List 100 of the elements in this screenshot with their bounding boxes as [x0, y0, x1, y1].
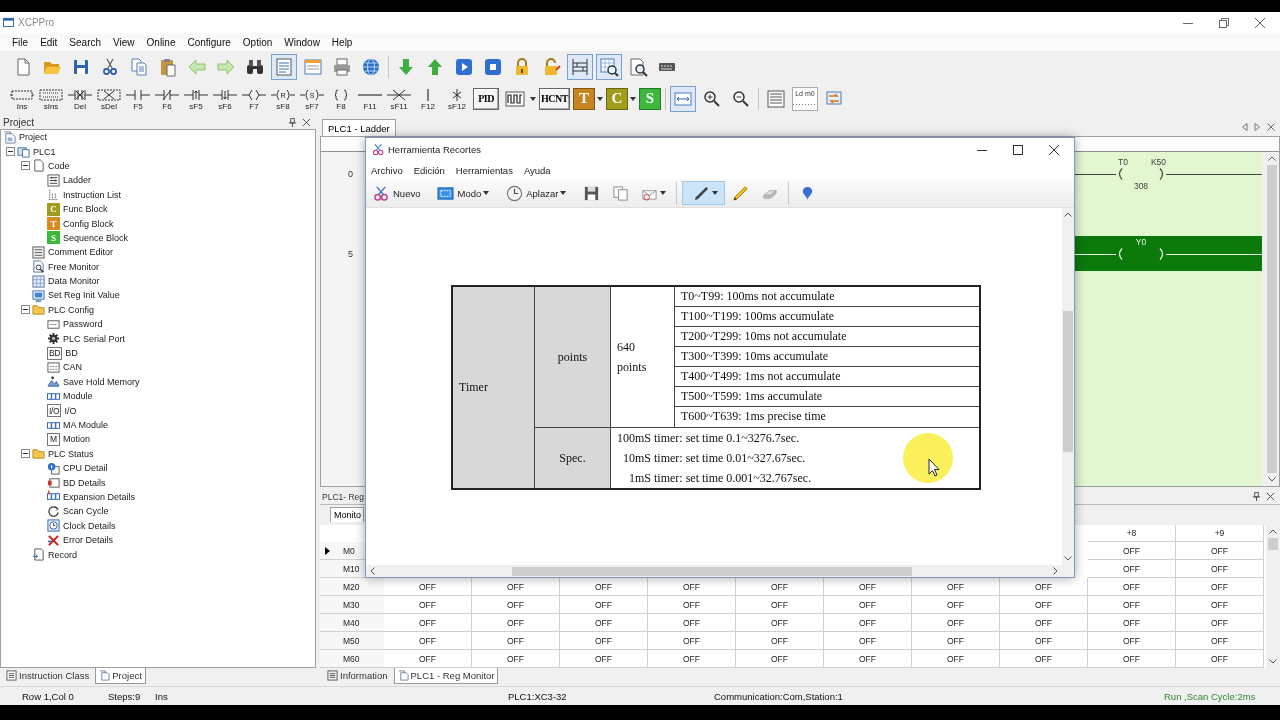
tree-item[interactable]: Comment Editor	[48, 247, 114, 258]
panel-tab[interactable]: Instruction Class	[2, 668, 94, 684]
ladder-tool-button[interactable]: F8	[328, 84, 354, 113]
tree-item[interactable]: Motion	[63, 434, 90, 445]
tree-item[interactable]: Error Details	[63, 535, 113, 546]
tree-item[interactable]: MA Module	[63, 420, 109, 430]
ladder-tool-button[interactable]: sF6	[212, 84, 238, 113]
scroll-left-icon[interactable]	[1241, 123, 1249, 131]
tree-item[interactable]: Expansion Details	[63, 491, 136, 502]
panel-tab[interactable]: PLC1 - Reg Monitor	[393, 668, 499, 684]
document-tab[interactable]: PLC1 - Ladder	[322, 119, 396, 136]
tree-item[interactable]: PLC1	[33, 146, 56, 157]
up-caret-icon[interactable]	[1268, 156, 1276, 161]
row-header[interactable]: M60	[320, 650, 384, 668]
close-icon[interactable]	[302, 118, 311, 127]
close-icon[interactable]	[1255, 17, 1265, 28]
tree-item[interactable]: Instruction List	[63, 189, 122, 200]
ladder-tool-button[interactable]: F11	[357, 84, 383, 113]
tree-item[interactable]: BD	[65, 348, 78, 359]
tree-item[interactable]: CAN	[63, 362, 82, 373]
tree-item[interactable]: I/O	[64, 405, 77, 416]
menu-item[interactable]: Option	[236, 35, 279, 49]
mode-button[interactable]: Modo	[432, 181, 495, 205]
toolbar-button[interactable]	[567, 54, 593, 80]
scrollbar-thumb[interactable]	[512, 566, 912, 576]
row-header[interactable]: M30	[320, 596, 384, 614]
menu-item[interactable]: Configure	[181, 35, 237, 49]
up-caret-icon[interactable]	[1064, 212, 1072, 217]
ladder-tool-button[interactable]: F5	[125, 84, 151, 113]
caret-icon[interactable]	[530, 96, 536, 101]
new-snip-button[interactable]: Nuevo	[368, 181, 426, 205]
ladder-tool-button[interactable]: sF12	[444, 84, 470, 113]
panel-tab[interactable]: Project	[95, 668, 146, 684]
tree-item[interactable]: Save Hold Memory	[63, 376, 140, 387]
delay-button[interactable]: Aplazar	[501, 181, 572, 205]
row-header[interactable]: M50	[320, 632, 384, 650]
caret-icon[interactable]	[629, 96, 636, 101]
menu-item[interactable]: View	[107, 35, 141, 49]
down-caret-icon[interactable]	[1269, 659, 1277, 664]
close-icon[interactable]	[1049, 144, 1059, 155]
down-caret-icon[interactable]	[1268, 477, 1276, 482]
monitor-tab[interactable]: Monito	[330, 507, 364, 522]
tree-item[interactable]: Code	[48, 160, 70, 171]
right-caret-icon[interactable]	[1053, 567, 1058, 575]
text-tool-button[interactable]: PID	[473, 87, 499, 110]
menu-item[interactable]: File	[6, 35, 35, 49]
collapse-icon[interactable]	[21, 161, 30, 171]
collapse-icon[interactable]	[21, 305, 30, 315]
tree-item[interactable]: Ladder	[63, 175, 92, 186]
toolbar-button[interactable]	[596, 54, 622, 80]
ladder-tool-button[interactable]: F7	[241, 84, 267, 113]
menu-item[interactable]: Search	[63, 35, 108, 49]
collapse-icon[interactable]	[6, 147, 15, 157]
tree-item[interactable]: PLC Status	[48, 448, 94, 459]
menu-item[interactable]: Ayuda	[520, 164, 554, 176]
tree-item[interactable]: PLC Serial Port	[63, 333, 126, 344]
pen-button[interactable]	[682, 181, 726, 205]
menu-item[interactable]: Online	[140, 35, 182, 49]
left-caret-icon[interactable]	[370, 567, 375, 575]
collapse-icon[interactable]	[21, 449, 30, 459]
ladder-tool-button[interactable]: sF11	[386, 84, 412, 113]
scrollbar-thumb[interactable]	[1268, 538, 1278, 550]
up-caret-icon[interactable]	[1269, 529, 1277, 534]
scroll-right-icon[interactable]	[1253, 123, 1261, 131]
tree-item[interactable]: PLC Config	[48, 304, 95, 315]
tree-item[interactable]: Data Monitor	[48, 276, 100, 287]
tree-item[interactable]: Clock Details	[63, 520, 116, 531]
scrollbar-thumb[interactable]	[1267, 165, 1277, 473]
tree-item[interactable]: Config Block	[63, 218, 114, 229]
ladder-tool-button[interactable]: sDel	[96, 84, 122, 113]
ladder-tool-button[interactable]: F12	[415, 84, 441, 113]
caret-icon[interactable]	[596, 96, 603, 101]
menu-item[interactable]: Herramientas	[452, 164, 516, 176]
tree-item[interactable]: Func Block	[63, 204, 108, 215]
row-header[interactable]: M40	[320, 614, 384, 632]
tree-item[interactable]: Record	[48, 549, 77, 560]
menu-item[interactable]: Archivo	[368, 164, 406, 176]
tree-item[interactable]: Set Reg Init Value	[48, 290, 120, 301]
ladder-tool-button[interactable]: sIns	[38, 84, 64, 113]
ladder-tool-button[interactable]: Del	[67, 84, 93, 113]
menu-item[interactable]: Edit	[34, 35, 64, 49]
maximize-icon[interactable]	[1013, 144, 1023, 155]
menu-item[interactable]: Edición	[410, 164, 448, 176]
panel-tab[interactable]: Information	[323, 668, 392, 684]
tree-item[interactable]: BD Details	[63, 477, 106, 488]
tree-item[interactable]: Module	[63, 391, 93, 402]
ladder-tool-button[interactable]: Ins	[9, 84, 35, 113]
close-icon[interactable]	[1266, 492, 1275, 501]
pin-icon[interactable]	[288, 118, 297, 127]
row-header[interactable]: M20	[320, 578, 384, 596]
tree-item[interactable]: Project	[19, 132, 47, 143]
menu-item[interactable]: Window	[278, 35, 326, 49]
tree-item[interactable]: Scan Cycle	[63, 506, 109, 517]
ladder-tool-button[interactable]: F6	[154, 84, 180, 113]
menu-item[interactable]: Help	[325, 35, 359, 49]
restore-icon[interactable]	[1219, 17, 1229, 28]
down-caret-icon[interactable]	[1064, 556, 1072, 561]
scrollbar-thumb[interactable]	[1063, 311, 1073, 452]
tree-item[interactable]: Password	[63, 319, 103, 330]
tree-item[interactable]: Free Monitor	[48, 261, 100, 272]
